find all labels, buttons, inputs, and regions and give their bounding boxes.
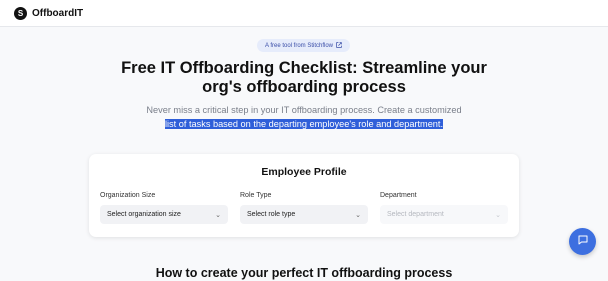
department-select[interactable]: Select department ⌄ — [380, 205, 508, 224]
department-placeholder: Select department — [387, 211, 444, 218]
title-line-1: Free IT Offboarding Checklist: Streamlin… — [121, 59, 487, 77]
org-size-label: Organization Size — [100, 192, 156, 199]
department-label: Department — [380, 192, 417, 199]
page-title: Free IT Offboarding Checklist: Streamlin… — [120, 59, 488, 97]
role-type-field: Role Type Select role type ⌄ — [240, 192, 368, 224]
page-subtitle: Never miss a critical step in your IT of… — [130, 103, 478, 131]
chevron-down-icon: ⌄ — [215, 211, 221, 219]
role-type-select[interactable]: Select role type ⌄ — [240, 205, 368, 224]
section-heading: How to create your perfect IT offboardin… — [155, 266, 453, 280]
logo-icon[interactable]: S — [14, 6, 27, 20]
chat-button[interactable] — [569, 228, 596, 255]
stitchflow-badge[interactable]: A free tool from Stitchflow — [257, 39, 350, 52]
subtitle-selected-text: list of tasks based on the departing emp… — [164, 119, 444, 129]
org-size-placeholder: Select organization size — [107, 211, 181, 218]
chevron-down-icon: ⌄ — [495, 211, 501, 219]
chevron-down-icon: ⌄ — [355, 211, 361, 219]
role-type-label: Role Type — [240, 192, 272, 199]
external-link-icon — [336, 41, 342, 50]
card-title: Employee Profile — [261, 166, 347, 178]
brand-name[interactable]: OffboardIT — [32, 8, 83, 19]
chat-bubble-icon — [577, 233, 589, 251]
badge-label: A free tool from Stitchflow — [264, 42, 334, 49]
org-size-select[interactable]: Select organization size ⌄ — [100, 205, 228, 224]
top-navbar: S OffboardIT — [0, 0, 608, 27]
subtitle-line-1: Never miss a critical step in your IT of… — [146, 105, 462, 115]
org-size-field: Organization Size Select organization si… — [100, 192, 228, 224]
title-line-2: org's offboarding process — [202, 78, 406, 96]
employee-profile-card: Employee Profile Organization Size Selec… — [89, 154, 519, 237]
department-field: Department Select department ⌄ — [380, 192, 508, 224]
role-type-placeholder: Select role type — [247, 211, 296, 218]
